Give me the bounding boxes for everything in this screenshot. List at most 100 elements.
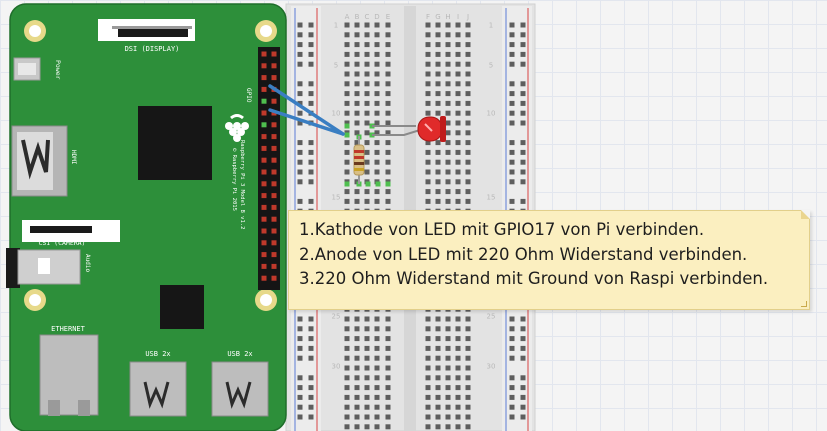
breadboard-hole: [445, 198, 451, 204]
breadboard-hole: [385, 71, 391, 77]
breadboard-hole: [455, 110, 461, 116]
breadboard-hole: [374, 120, 380, 126]
breadboard-hole: [465, 51, 471, 57]
note-resize-handle[interactable]: [801, 301, 807, 307]
breadboard-hole: [445, 316, 451, 322]
breadboard-hole: [465, 316, 471, 322]
breadboard-hole: [435, 100, 441, 106]
breadboard-hole: [354, 61, 360, 67]
row-number-left: 1: [334, 22, 338, 30]
rail-hole: [509, 326, 515, 332]
breadboard-hole: [374, 22, 380, 28]
rail-hole: [308, 149, 314, 155]
breadboard-hole: [354, 22, 360, 28]
breadboard-hole: [425, 198, 431, 204]
column-letter: J: [466, 13, 469, 21]
breadboard-hole: [445, 169, 451, 175]
breadboard-hole: [465, 91, 471, 97]
rail-hole: [520, 179, 526, 185]
breadboard-hole: [364, 61, 370, 67]
breadboard-hole: [385, 32, 391, 38]
rail-hole: [509, 61, 515, 67]
breadboard-hole: [374, 169, 380, 175]
connected-hole: [375, 181, 381, 187]
breadboard-hole: [364, 345, 370, 351]
breadboard-hole: [425, 394, 431, 400]
rail-hole: [520, 345, 526, 351]
breadboard-hole: [344, 22, 350, 28]
breadboard-hole: [354, 91, 360, 97]
breadboard-hole: [385, 169, 391, 175]
rail-hole: [308, 169, 314, 175]
breadboard-hole: [455, 336, 461, 342]
breadboard-hole: [354, 326, 360, 332]
breadboard-hole: [435, 424, 441, 430]
breadboard-hole: [445, 51, 451, 57]
breadboard-hole: [374, 149, 380, 155]
gpio-pin: [261, 86, 267, 92]
breadboard-hole: [344, 140, 350, 146]
breadboard-hole: [364, 130, 370, 136]
breadboard-hole: [445, 81, 451, 87]
breadboard-hole: [455, 61, 461, 67]
rail-hole: [297, 140, 303, 146]
breadboard-hole: [435, 365, 441, 371]
rail-hole: [509, 51, 515, 57]
breadboard-hole: [374, 81, 380, 87]
breadboard-hole: [445, 394, 451, 400]
breadboard-hole: [354, 100, 360, 106]
gpio-pin: [261, 181, 267, 187]
breadboard-hole: [455, 81, 461, 87]
gpio-pin: [261, 228, 267, 234]
breadboard-hole: [374, 365, 380, 371]
rail-hole: [308, 414, 314, 420]
breadboard-hole: [364, 91, 370, 97]
column-letter: C: [365, 13, 370, 21]
breadboard-hole: [435, 198, 441, 204]
breadboard-hole: [455, 130, 461, 136]
row-number-right: 25: [487, 313, 496, 321]
rail-hole: [297, 179, 303, 185]
gpio-pin: [271, 240, 277, 246]
rail-hole: [308, 32, 314, 38]
rail-hole: [520, 316, 526, 322]
breadboard-hole: [425, 159, 431, 165]
usb1-label: USB 2x: [145, 350, 170, 358]
row-number-right: 5: [489, 62, 493, 70]
gpio-pin: [271, 51, 277, 57]
breadboard-hole: [455, 316, 461, 322]
breadboard-hole: [385, 424, 391, 430]
breadboard-hole: [385, 140, 391, 146]
breadboard-hole: [425, 414, 431, 420]
breadboard-hole: [435, 149, 441, 155]
gpio-pin: [271, 275, 277, 281]
breadboard-hole: [425, 22, 431, 28]
breadboard-hole: [385, 42, 391, 48]
breadboard-hole: [445, 375, 451, 381]
row-number-left: 30: [332, 363, 341, 371]
breadboard-hole: [455, 140, 461, 146]
rail-hole: [509, 100, 515, 106]
breadboard-hole: [465, 130, 471, 136]
breadboard-hole: [364, 326, 370, 332]
breadboard-hole: [374, 414, 380, 420]
gpio-pin: [261, 263, 267, 269]
breadboard-hole: [465, 81, 471, 87]
breadboard-hole: [455, 42, 461, 48]
breadboard-hole: [425, 81, 431, 87]
breadboard-hole: [445, 189, 451, 195]
gpio-pin: [261, 275, 267, 281]
gpio-pin: [261, 110, 267, 116]
rail-hole: [509, 385, 515, 391]
gpio-pin: [271, 252, 277, 258]
breadboard-hole: [374, 394, 380, 400]
rail-hole: [308, 61, 314, 67]
breadboard-hole: [364, 42, 370, 48]
rail-hole: [509, 336, 515, 342]
breadboard-hole: [344, 189, 350, 195]
breadboard-hole: [465, 385, 471, 391]
rail-hole: [520, 326, 526, 332]
breadboard-hole: [385, 198, 391, 204]
rail-hole: [297, 316, 303, 322]
breadboard-hole: [445, 336, 451, 342]
